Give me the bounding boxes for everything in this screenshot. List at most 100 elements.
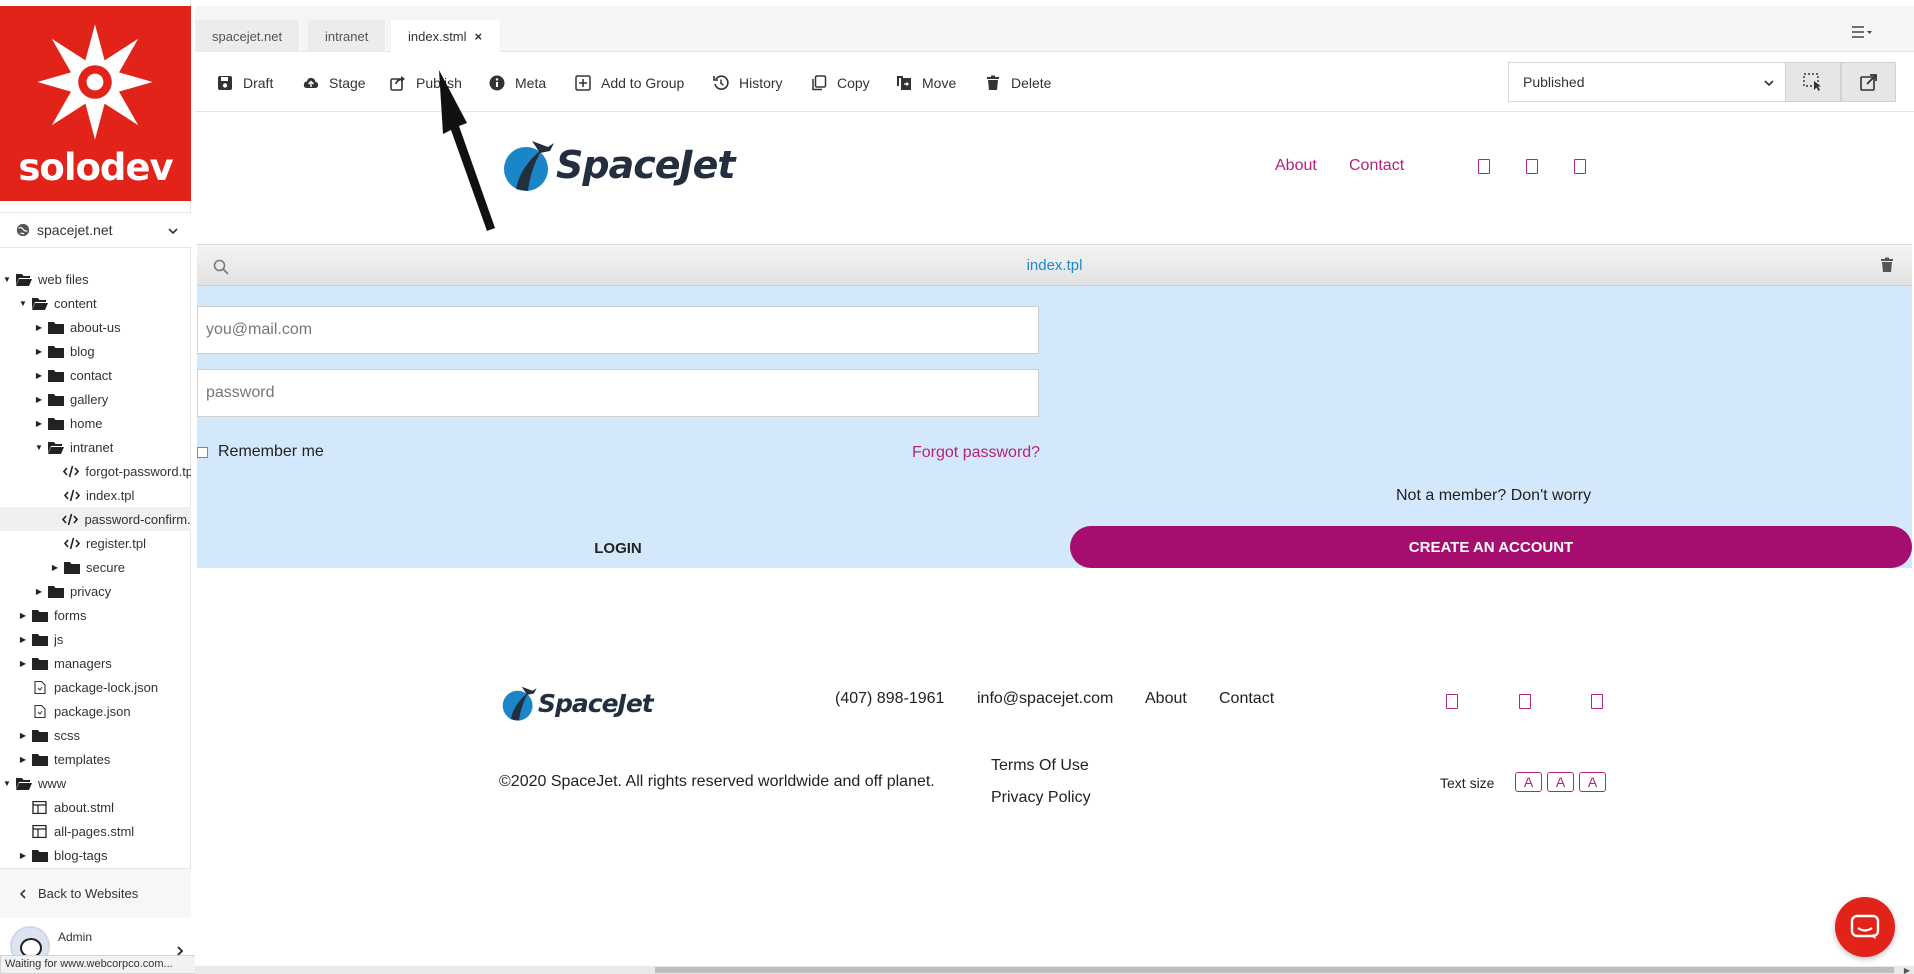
site-selector[interactable]: spacejet.net bbox=[0, 212, 191, 248]
caret-right-icon[interactable]: ▶ bbox=[34, 419, 44, 428]
tab-index-stml[interactable]: index.stml × bbox=[391, 20, 501, 52]
tree-item[interactable]: about.stml bbox=[0, 795, 191, 819]
caret-right-icon[interactable]: ▶ bbox=[18, 659, 28, 668]
checkbox-box[interactable] bbox=[197, 446, 208, 458]
template-name-link[interactable]: index.tpl bbox=[197, 257, 1912, 274]
text-size-medium-button[interactable]: A bbox=[1547, 772, 1574, 792]
caret-right-icon[interactable]: ▶ bbox=[34, 395, 44, 404]
tree-item[interactable]: register.tpl bbox=[0, 531, 191, 555]
folder-open-icon bbox=[16, 777, 32, 790]
select-element-button[interactable] bbox=[1785, 62, 1841, 102]
tree-item[interactable]: all-pages.stml bbox=[0, 819, 191, 843]
footer-about-link[interactable]: About bbox=[1145, 690, 1187, 708]
trash-icon[interactable] bbox=[1880, 257, 1894, 273]
tree-item[interactable]: index.tpl bbox=[0, 483, 191, 507]
draft-button[interactable]: Draft bbox=[217, 72, 273, 94]
open-external-button[interactable] bbox=[1841, 62, 1896, 102]
tree-item[interactable]: ▶ blog bbox=[0, 339, 191, 363]
caret-right-icon[interactable]: ▶ bbox=[50, 563, 60, 572]
tree-item[interactable]: ▼ content bbox=[0, 291, 191, 315]
tree-item[interactable]: ▶ gallery bbox=[0, 387, 191, 411]
template-bar: index.tpl bbox=[197, 244, 1912, 286]
nav-contact[interactable]: Contact bbox=[1349, 157, 1404, 175]
tree-item[interactable]: password-confirm.tpl bbox=[0, 507, 191, 531]
footer-email[interactable]: info@spacejet.com bbox=[977, 690, 1113, 708]
social-icon[interactable] bbox=[1446, 694, 1458, 709]
tree-item[interactable]: ▶ home bbox=[0, 411, 191, 435]
solodev-logo[interactable]: solodev bbox=[0, 6, 191, 201]
tree-item[interactable]: ▶ about-us bbox=[0, 315, 191, 339]
footer-contact-link[interactable]: Contact bbox=[1219, 690, 1274, 708]
caret-right-icon[interactable]: ▶ bbox=[18, 755, 28, 764]
caret-down-icon[interactable]: ▼ bbox=[2, 779, 12, 788]
copy-icon bbox=[812, 75, 827, 91]
social-icon[interactable] bbox=[1478, 159, 1490, 174]
tree-item[interactable]: ▶ blog-tags bbox=[0, 843, 191, 867]
tree-item[interactable]: ▶ privacy bbox=[0, 579, 191, 603]
menu-icon[interactable] bbox=[1850, 24, 1874, 40]
back-to-websites-button[interactable]: Back to Websites bbox=[0, 868, 191, 918]
tree-item[interactable]: ▶ secure bbox=[0, 555, 191, 579]
caret-down-icon[interactable]: ▼ bbox=[18, 299, 28, 308]
caret-right-icon[interactable]: ▶ bbox=[18, 635, 28, 644]
folder-icon bbox=[32, 849, 48, 862]
tree-item[interactable]: ▼ web files bbox=[0, 267, 191, 291]
caret-right-icon[interactable]: ▶ bbox=[18, 851, 28, 860]
remember-me-checkbox[interactable]: Remember me bbox=[197, 443, 324, 461]
login-button[interactable]: LOGIN bbox=[197, 528, 1039, 568]
history-button[interactable]: History bbox=[713, 72, 783, 94]
tab-spacejet-net[interactable]: spacejet.net bbox=[195, 20, 301, 52]
move-button[interactable]: Move bbox=[896, 72, 956, 94]
caret-right-icon[interactable]: ▶ bbox=[34, 347, 44, 356]
tree-item[interactable]: ▶ templates bbox=[0, 747, 191, 771]
stage-button[interactable]: Stage bbox=[303, 72, 366, 94]
tree-item[interactable]: ▼ intranet bbox=[0, 435, 191, 459]
caret-right-icon[interactable]: ▶ bbox=[18, 731, 28, 740]
footer-phone[interactable]: (407) 898-1961 bbox=[835, 690, 944, 708]
caret-right-icon[interactable]: ▶ bbox=[34, 371, 44, 380]
tree-item[interactable]: package-lock.json bbox=[0, 675, 191, 699]
publish-status-select[interactable]: Published bbox=[1508, 62, 1785, 102]
tree-item[interactable]: package.json bbox=[0, 699, 191, 723]
scrollbar-thumb[interactable] bbox=[655, 967, 1894, 973]
text-size-small-button[interactable]: A bbox=[1515, 772, 1542, 792]
close-tab-icon[interactable]: × bbox=[475, 29, 483, 44]
tree-item-label: www bbox=[38, 775, 67, 791]
create-account-button[interactable]: CREATE AN ACCOUNT bbox=[1070, 526, 1912, 568]
copy-button[interactable]: Copy bbox=[811, 72, 870, 94]
social-icon[interactable] bbox=[1574, 159, 1586, 174]
tree-item[interactable]: ▶ forms bbox=[0, 603, 191, 627]
caret-right-icon[interactable]: ▶ bbox=[34, 323, 44, 332]
social-icon[interactable] bbox=[1519, 694, 1531, 709]
tree-item[interactable]: ▶ managers bbox=[0, 651, 191, 675]
password-placeholder: password bbox=[206, 384, 275, 401]
add-to-group-button[interactable]: Add to Group bbox=[575, 72, 684, 94]
scroll-right-icon[interactable]: ▶ bbox=[1904, 966, 1910, 974]
tree-item[interactable]: ▶ scss bbox=[0, 723, 191, 747]
user-name: Admin bbox=[58, 930, 93, 944]
social-icon[interactable] bbox=[1591, 694, 1603, 709]
privacy-policy-link[interactable]: Privacy Policy bbox=[991, 789, 1091, 807]
social-icon[interactable] bbox=[1526, 159, 1538, 174]
tree-item[interactable]: ▼ www bbox=[0, 771, 191, 795]
caret-right-icon[interactable]: ▶ bbox=[34, 587, 44, 596]
nav-about[interactable]: About bbox=[1275, 157, 1317, 175]
chat-button[interactable] bbox=[1835, 897, 1895, 957]
footer-spacejet-logo[interactable]: SpaceJet bbox=[501, 684, 654, 722]
spacejet-logo[interactable]: SpaceJet bbox=[502, 137, 736, 193]
forgot-password-link[interactable]: Forgot password? bbox=[912, 444, 1040, 462]
tree-item-label: secure bbox=[86, 559, 126, 575]
tree-item[interactable]: ▶ js bbox=[0, 627, 191, 651]
tree-item[interactable]: ▶ contact bbox=[0, 363, 191, 387]
horizontal-scrollbar[interactable]: ▶ bbox=[195, 966, 1914, 974]
tab-intranet[interactable]: intranet bbox=[308, 20, 387, 52]
caret-down-icon[interactable]: ▼ bbox=[2, 275, 12, 284]
email-field[interactable]: you@mail.com bbox=[197, 306, 1039, 354]
delete-button[interactable]: Delete bbox=[985, 72, 1051, 94]
caret-down-icon[interactable]: ▼ bbox=[34, 443, 44, 452]
tree-item[interactable]: forgot-password.tpl bbox=[0, 459, 191, 483]
text-size-large-button[interactable]: A bbox=[1579, 772, 1606, 792]
password-field[interactable]: password bbox=[197, 369, 1039, 417]
caret-right-icon[interactable]: ▶ bbox=[18, 611, 28, 620]
terms-link[interactable]: Terms Of Use bbox=[991, 757, 1089, 775]
